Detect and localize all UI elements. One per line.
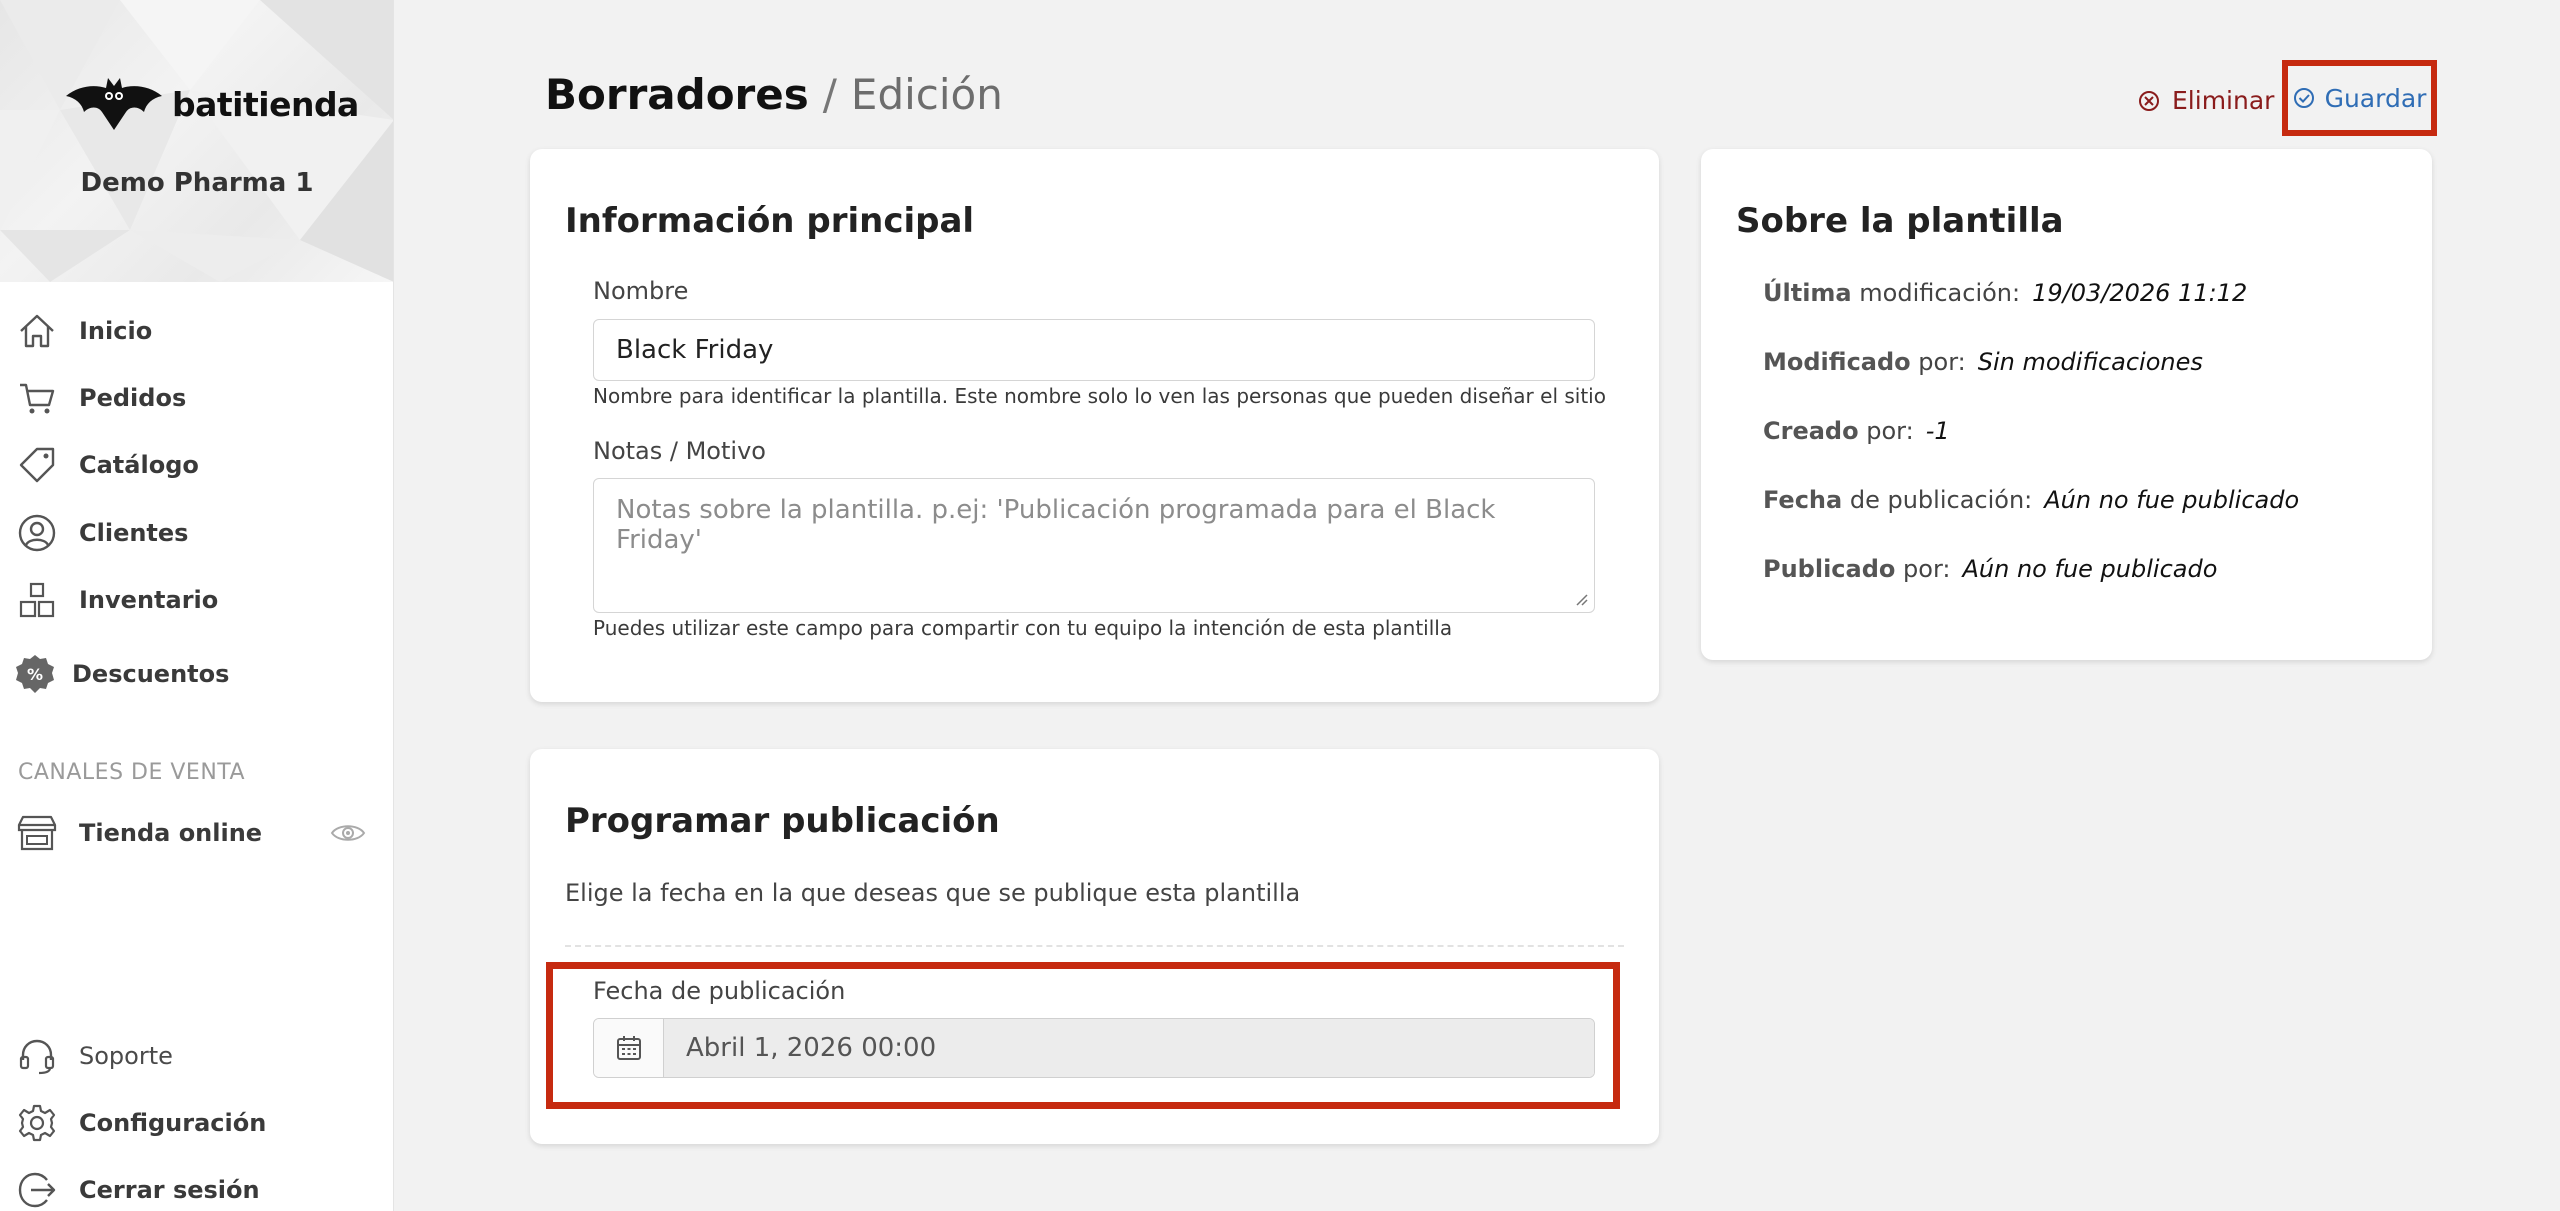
sidebar-item-label: Tienda online	[79, 819, 263, 847]
meta-value: Aún no fue publicado	[2044, 486, 2300, 514]
meta-row-publication-date: Fecha de publicación: Aún no fue publicad…	[1763, 486, 2299, 514]
bat-logo-icon	[66, 78, 162, 130]
calendar-icon[interactable]	[594, 1019, 664, 1077]
close-circle-icon	[2139, 90, 2159, 111]
sidebar: batitienda Demo Pharma 1 Inicio Pedidos …	[0, 0, 394, 1211]
headset-icon	[16, 1035, 58, 1077]
sidebar-item-label: Soporte	[79, 1042, 173, 1070]
sidebar-item-inventario[interactable]: Inventario	[0, 572, 394, 628]
meta-key: Creado	[1763, 417, 1859, 445]
delete-button[interactable]: Eliminar	[2138, 86, 2274, 115]
notes-label: Notas / Motivo	[593, 437, 766, 465]
tag-icon	[16, 444, 58, 486]
notes-textarea[interactable]: Notas sobre la plantilla. p.ej: 'Publica…	[593, 478, 1595, 613]
brand-name: batitienda	[172, 84, 359, 124]
schedule-publication-card: Programar publicación Elige la fecha en …	[530, 749, 1659, 1144]
meta-value: Sin modificaciones	[1977, 348, 2203, 376]
boxes-icon	[16, 579, 58, 621]
sidebar-item-label: Inicio	[79, 317, 153, 345]
main-info-card: Información principal Nombre Nombre para…	[530, 149, 1659, 702]
meta-value: -1	[1925, 417, 1950, 445]
check-circle-icon	[2293, 88, 2314, 108]
main-info-title: Información principal	[565, 201, 975, 241]
sidebar-item-descuentos[interactable]: % Descuentos	[0, 646, 394, 702]
save-button[interactable]: Guardar	[2282, 60, 2437, 136]
home-icon	[16, 310, 58, 352]
store-name: Demo Pharma 1	[80, 168, 314, 198]
resize-handle-icon[interactable]	[1574, 592, 1588, 606]
eye-icon[interactable]	[330, 821, 366, 845]
meta-value: 19/03/2026 11:12	[2032, 279, 2248, 307]
sidebar-item-tienda-online[interactable]: Tienda online	[0, 805, 394, 861]
brand-logo[interactable]: batitienda	[64, 76, 359, 132]
meta-key: Fecha	[1763, 486, 1843, 514]
sidebar-item-clientes[interactable]: Clientes	[0, 505, 394, 561]
about-template-card: Sobre la plantilla Última modificación: 1…	[1701, 149, 2432, 660]
name-input[interactable]	[593, 319, 1595, 381]
delete-button-label: Eliminar	[2172, 86, 2275, 115]
sidebar-item-soporte[interactable]: Soporte	[0, 1028, 394, 1084]
logout-icon	[16, 1169, 58, 1211]
sidebar-item-label: Configuración	[79, 1109, 267, 1137]
user-circle-icon	[16, 512, 58, 554]
sidebar-item-label: Descuentos	[72, 660, 230, 688]
sidebar-item-inicio[interactable]: Inicio	[0, 303, 394, 359]
meta-row-last-modified: Última modificación: 19/03/2026 11:12	[1763, 279, 2247, 307]
sidebar-item-pedidos[interactable]: Pedidos	[0, 370, 394, 426]
sidebar-item-label: Cerrar sesión	[79, 1176, 260, 1204]
schedule-title: Programar publicación	[565, 801, 1000, 841]
sidebar-item-cerrar-sesion[interactable]: Cerrar sesión	[0, 1162, 394, 1211]
discount-badge-icon: %	[14, 653, 56, 695]
page-title: Borradores / Edición	[545, 70, 1003, 119]
about-title: Sobre la plantilla	[1736, 201, 2064, 241]
svg-text:%: %	[27, 665, 43, 684]
name-help-text: Nombre para identificar la plantilla. Es…	[593, 384, 1606, 408]
schedule-description: Elige la fecha en la que deseas que se p…	[565, 879, 1301, 907]
meta-key-rest: por:	[1866, 417, 1914, 445]
save-button-label: Guardar	[2324, 83, 2427, 113]
sidebar-item-label: Catálogo	[79, 451, 199, 479]
sidebar-item-catalogo[interactable]: Catálogo	[0, 437, 394, 493]
sidebar-item-configuracion[interactable]: Configuración	[0, 1095, 394, 1151]
breadcrumb-current: Edición	[850, 70, 1003, 119]
meta-row-published-by: Publicado por: Aún no fue publicado	[1763, 555, 2217, 583]
meta-key-rest: por:	[1903, 555, 1951, 583]
publication-date-picker[interactable]: Abril 1, 2026 00:00	[593, 1018, 1595, 1078]
meta-row-modified-by: Modificado por: Sin modificaciones	[1763, 348, 2203, 376]
notes-help-text: Puedes utilizar este campo para comparti…	[593, 616, 1453, 640]
sidebar-item-label: Inventario	[79, 586, 219, 614]
meta-key-rest: por:	[1918, 348, 1966, 376]
publication-date-input[interactable]: Abril 1, 2026 00:00	[664, 1019, 1594, 1077]
cart-icon	[16, 377, 58, 419]
meta-key-rest: de publicación:	[1849, 486, 2033, 514]
meta-key-rest: modificación:	[1859, 279, 2021, 307]
meta-value: Aún no fue publicado	[1962, 555, 2218, 583]
sales-channels-heading: CANALES DE VENTA	[18, 760, 246, 785]
meta-row-created-by: Creado por: -1	[1763, 417, 1950, 445]
gear-icon	[16, 1102, 58, 1144]
divider	[565, 945, 1624, 947]
meta-key: Modificado	[1763, 348, 1911, 376]
name-label: Nombre	[593, 277, 689, 305]
breadcrumb-separator: /	[822, 70, 837, 119]
sidebar-item-label: Pedidos	[79, 384, 187, 412]
sidebar-item-label: Clientes	[79, 519, 189, 547]
meta-key: Última	[1763, 279, 1852, 307]
notes-placeholder: Notas sobre la plantilla. p.ej: 'Publica…	[616, 495, 1496, 555]
publication-date-label: Fecha de publicación	[593, 977, 846, 1005]
breadcrumb-parent[interactable]: Borradores	[545, 70, 809, 119]
brand-background-pattern	[0, 0, 393, 282]
store-icon	[16, 812, 58, 854]
meta-key: Publicado	[1763, 555, 1896, 583]
brand-header: batitienda Demo Pharma 1	[0, 0, 393, 282]
